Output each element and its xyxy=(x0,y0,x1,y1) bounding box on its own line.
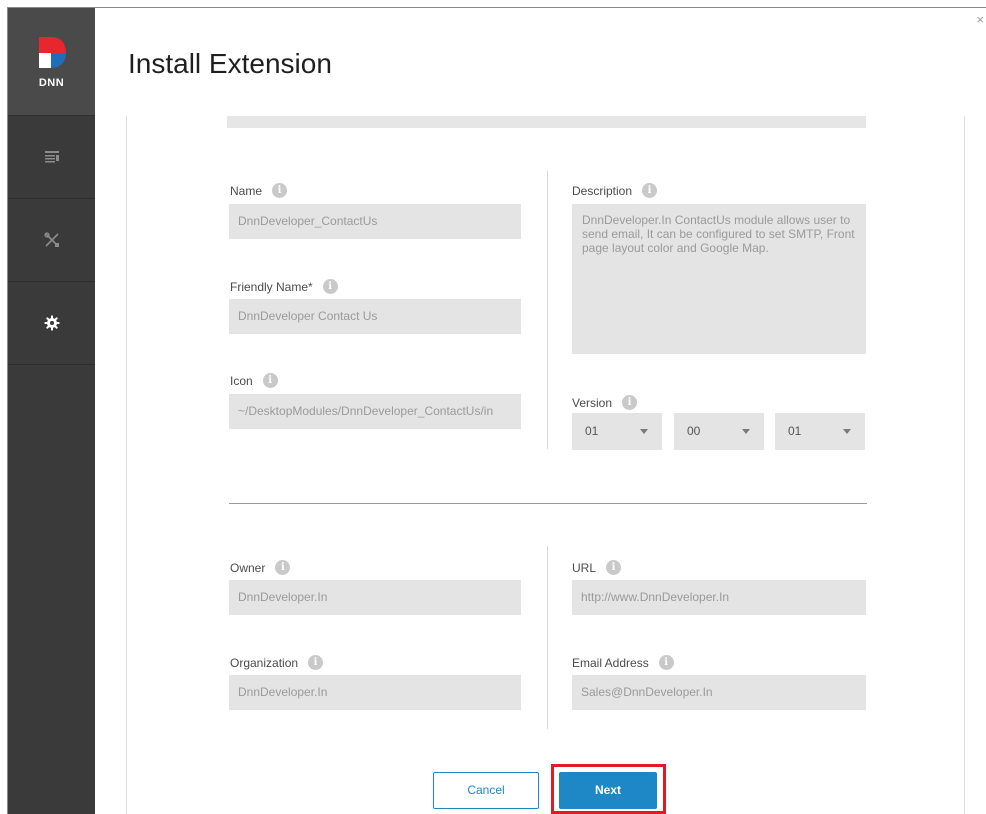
info-icon[interactable]: i xyxy=(308,655,324,670)
next-button[interactable]: Next xyxy=(559,772,657,809)
info-icon[interactable]: i xyxy=(272,183,288,198)
info-icon[interactable]: i xyxy=(642,183,658,198)
install-extension-window: DNN × Install Extension Name i DnnDevelo… xyxy=(7,7,986,814)
version-patch-select[interactable]: 01 xyxy=(775,413,865,450)
section-divider xyxy=(229,503,867,504)
friendly-name-label: Friendly Name* i xyxy=(230,279,338,294)
sidebar: DNN xyxy=(8,8,95,814)
sidebar-item-settings[interactable] xyxy=(8,282,95,365)
chevron-down-icon xyxy=(742,429,750,434)
info-icon[interactable]: i xyxy=(262,373,278,388)
info-icon[interactable]: i xyxy=(606,560,622,575)
email-field[interactable]: Sales@DnnDeveloper.In xyxy=(572,675,866,710)
chevron-down-icon xyxy=(640,429,648,434)
owner-field[interactable]: DnnDeveloper.In xyxy=(229,580,521,615)
url-label: URL i xyxy=(572,560,622,575)
url-field[interactable]: http://www.DnnDeveloper.In xyxy=(572,580,866,615)
owner-label: Owner i xyxy=(230,560,291,575)
version-label: Version i xyxy=(572,395,638,410)
friendly-name-field[interactable]: DnnDeveloper Contact Us xyxy=(229,299,521,334)
info-icon[interactable]: i xyxy=(322,279,338,294)
column-divider xyxy=(547,171,548,449)
organization-field[interactable]: DnnDeveloper.In xyxy=(229,675,521,710)
page-title: Install Extension xyxy=(128,48,332,79)
version-major-select[interactable]: 01 xyxy=(572,413,662,450)
description-field[interactable]: DnnDeveloper.In ContactUs module allows … xyxy=(572,204,866,354)
logo-text: DNN xyxy=(38,76,65,89)
dnn-logo-icon xyxy=(38,36,66,68)
sidebar-item-content[interactable] xyxy=(8,116,95,199)
organization-label: Organization i xyxy=(230,655,324,670)
cancel-button[interactable]: Cancel xyxy=(433,772,539,809)
tools-icon xyxy=(43,232,59,247)
version-minor-select[interactable]: 00 xyxy=(674,413,764,450)
sidebar-item-tools[interactable] xyxy=(8,199,95,282)
info-icon[interactable]: i xyxy=(275,560,291,575)
column-divider xyxy=(547,546,548,729)
icon-label: Icon i xyxy=(230,373,278,388)
content-list-icon xyxy=(44,151,59,163)
close-icon[interactable]: × xyxy=(976,12,984,27)
name-field[interactable]: DnnDeveloper_ContactUs xyxy=(229,204,521,239)
extension-form-panel: Name i DnnDeveloper_ContactUs Friendly N… xyxy=(126,116,965,814)
info-icon[interactable]: i xyxy=(622,395,638,410)
chevron-down-icon xyxy=(843,429,851,434)
previous-field-strip xyxy=(227,116,866,128)
info-icon[interactable]: i xyxy=(658,655,674,670)
gear-icon xyxy=(44,315,59,331)
icon-path-field[interactable]: ~/DesktopModules/DnnDeveloper_ContactUs/… xyxy=(229,394,521,429)
dnn-logo: DNN xyxy=(8,8,95,116)
email-label: Email Address i xyxy=(572,655,674,670)
name-label: Name i xyxy=(230,183,288,198)
description-label: Description i xyxy=(572,183,658,198)
